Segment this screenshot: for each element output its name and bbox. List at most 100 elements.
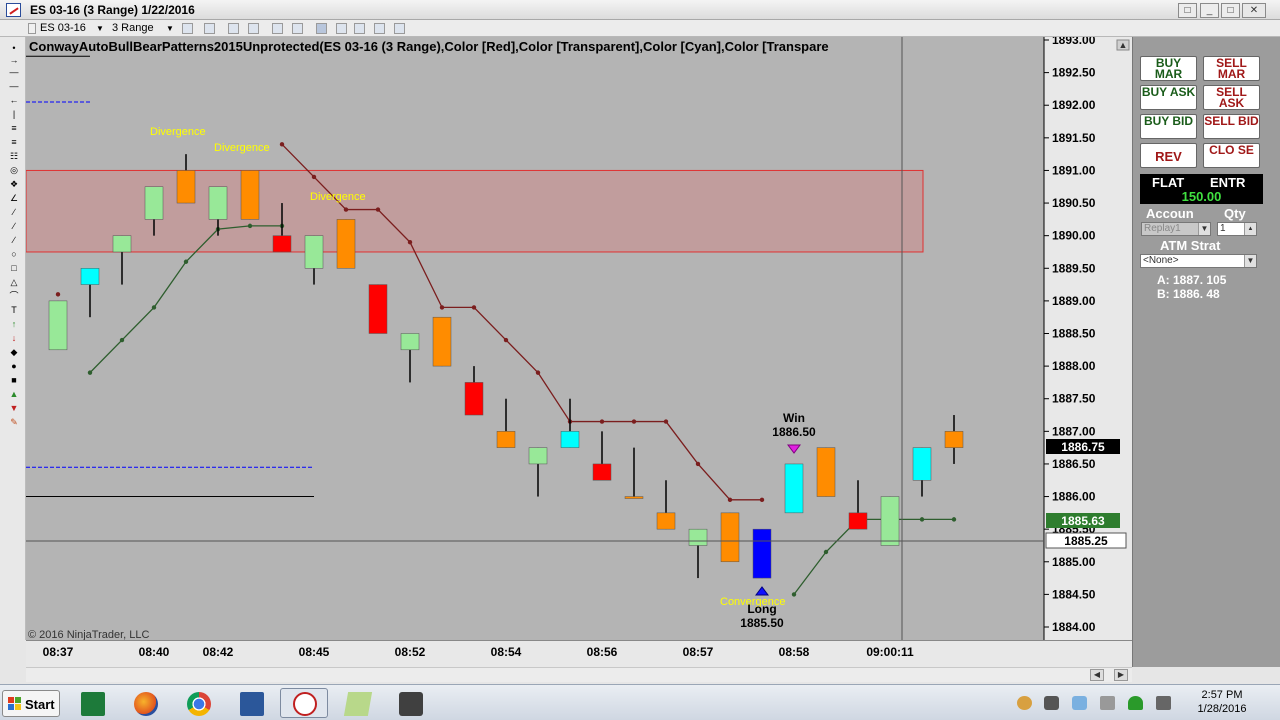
regression-channel-icon[interactable]: ∕: [8, 207, 20, 217]
zoom-icon[interactable]: [228, 23, 239, 34]
account-select[interactable]: Replay1 ▼: [1141, 222, 1211, 236]
fib-extension-icon[interactable]: ≡: [8, 137, 20, 147]
text-icon[interactable]: T: [8, 305, 20, 315]
monitor-tray-icon[interactable]: [1156, 696, 1171, 710]
snapshot-icon[interactable]: [394, 23, 405, 34]
andrews-pitchfork-icon[interactable]: ❖: [8, 179, 20, 189]
rectangle-icon[interactable]: □: [8, 263, 20, 273]
bid-price: B: 1886. 48: [1157, 287, 1220, 301]
bull-dot: [87, 370, 93, 375]
settings-tray-icon[interactable]: [1017, 696, 1032, 710]
notes-taskbar-button[interactable]: [333, 688, 381, 718]
buy-market-button[interactable]: BUY MAR: [1140, 56, 1197, 81]
restore-icon[interactable]: □: [1178, 3, 1197, 18]
firefox-taskbar-button[interactable]: [121, 688, 169, 718]
ninjatrader-taskbar-button[interactable]: [280, 688, 328, 718]
diamond-icon[interactable]: ◆: [8, 347, 20, 357]
price-tick-label: 1886.00: [1052, 490, 1096, 504]
time-tick-label: 08:45: [299, 645, 330, 659]
excel-taskbar-button[interactable]: [68, 688, 116, 718]
arc-icon[interactable]: ⌒: [8, 291, 20, 301]
start-button[interactable]: Start: [2, 690, 60, 717]
buy-bid-button[interactable]: BUY BID: [1140, 114, 1197, 139]
maximize-button[interactable]: □: [1221, 3, 1240, 18]
bear-dot: [343, 207, 349, 212]
triangle-icon[interactable]: △: [8, 277, 20, 287]
indicators-icon[interactable]: [336, 23, 347, 34]
instrument-dropdown-icon[interactable]: ▼: [96, 24, 104, 33]
arrow-left-icon[interactable]: ←: [8, 95, 20, 105]
quantity-stepper[interactable]: 1 ▲: [1217, 222, 1257, 236]
candle: [176, 170, 196, 204]
scroll-right-icon[interactable]: ▶: [1114, 669, 1128, 681]
atm-strategy-label: ATM Strat: [1160, 238, 1221, 253]
atm-dropdown-icon[interactable]: ▼: [1244, 255, 1256, 267]
fib-circle-icon[interactable]: ◎: [8, 165, 20, 175]
vertical-line-icon[interactable]: |: [8, 109, 20, 119]
interval-selector[interactable]: 3 Range: [112, 22, 154, 34]
candle: [560, 431, 580, 448]
close-position-button[interactable]: CLO SE: [1203, 143, 1260, 168]
arrow-right-icon[interactable]: →: [8, 55, 20, 65]
tools-tray-icon[interactable]: [1044, 696, 1059, 710]
dot-icon[interactable]: ●: [8, 361, 20, 371]
bar-type-icon[interactable]: [182, 23, 193, 34]
bear-dot: [55, 292, 61, 297]
close-button[interactable]: ✕: [1242, 3, 1266, 18]
price-tick-label: 1893.00: [1052, 37, 1096, 47]
gann-fan-icon[interactable]: ∠: [8, 193, 20, 203]
sell-ask-button[interactable]: SELL ASK: [1203, 85, 1260, 110]
crosshair-icon[interactable]: [272, 23, 283, 34]
network-tray-icon[interactable]: [1072, 696, 1087, 710]
interval-dropdown-icon[interactable]: ▼: [166, 24, 174, 33]
horizontal-line-icon[interactable]: —: [8, 81, 20, 91]
reverse-button[interactable]: REV: [1140, 143, 1197, 168]
minimize-button[interactable]: _: [1200, 3, 1219, 18]
arrow-up-icon[interactable]: ↑: [8, 319, 20, 329]
chrome-taskbar-button[interactable]: [174, 688, 222, 718]
arrow-line-icon[interactable]: —: [8, 67, 20, 77]
time-axis-canvas: 08:37 08:40 08:42 08:45 08:52 08:54 08:56 08:57…: [43, 645, 914, 659]
candle: [848, 512, 868, 530]
price-chart[interactable]: 1893.00 1892.50 1892.00 1891.50 1891.00 1890.…: [25, 33, 1132, 641]
qty-label: Qty: [1224, 206, 1246, 221]
eraser-icon[interactable]: ✎: [8, 417, 20, 427]
security-tray-icon[interactable]: [1128, 696, 1143, 710]
triangle-down-icon[interactable]: ▼: [8, 403, 20, 413]
price-tick-label: 1891.50: [1052, 131, 1096, 145]
word-icon: [240, 692, 264, 716]
fibonacci-icon[interactable]: ≡: [8, 123, 20, 133]
time-tick-label: 08:56: [587, 645, 618, 659]
pin-icon[interactable]: •: [8, 43, 20, 53]
ellipse-icon[interactable]: ○: [8, 249, 20, 259]
chart-canvas[interactable]: 1893.00 1892.50 1892.00 1891.50 1891.00 1890.…: [25, 33, 1132, 641]
triangle-up-icon[interactable]: ▲: [8, 389, 20, 399]
speaker-tray-icon[interactable]: [1100, 696, 1115, 710]
candle: [720, 512, 740, 563]
stepper-icon[interactable]: ▲: [1244, 223, 1256, 235]
cursor-icon[interactable]: [292, 23, 303, 34]
account-dropdown-icon[interactable]: ▼: [1198, 223, 1210, 235]
trend-channel-icon[interactable]: ∕: [8, 221, 20, 231]
recorder-taskbar-button[interactable]: [386, 688, 434, 718]
sell-bid-button[interactable]: SELL BID: [1203, 114, 1260, 139]
properties-icon[interactable]: [248, 23, 259, 34]
pencil-icon[interactable]: [204, 23, 215, 34]
arrow-down-icon[interactable]: ↓: [8, 333, 20, 343]
instrument-selector[interactable]: ES 03-16: [40, 22, 86, 34]
window-title: ES 03-16 (3 Range) 1/22/2016: [30, 3, 195, 17]
fib-time-icon[interactable]: ☷: [8, 151, 20, 161]
sell-market-button[interactable]: SELL MAR: [1203, 56, 1260, 81]
divergence-label-2: Divergence: [214, 142, 270, 154]
data-box-icon[interactable]: [316, 23, 327, 34]
candle: [368, 284, 388, 334]
atm-strategy-select[interactable]: <None> ▼: [1140, 254, 1257, 268]
scroll-left-icon[interactable]: ◀: [1090, 669, 1104, 681]
strategies-icon[interactable]: [354, 23, 365, 34]
buy-ask-button[interactable]: BUY ASK: [1140, 85, 1197, 110]
square-icon[interactable]: ■: [8, 375, 20, 385]
word-taskbar-button[interactable]: [227, 688, 275, 718]
ray-icon[interactable]: ∕: [8, 235, 20, 245]
templates-icon[interactable]: [374, 23, 385, 34]
chart-scrollbar[interactable]: ◀ ▶: [26, 667, 1132, 682]
